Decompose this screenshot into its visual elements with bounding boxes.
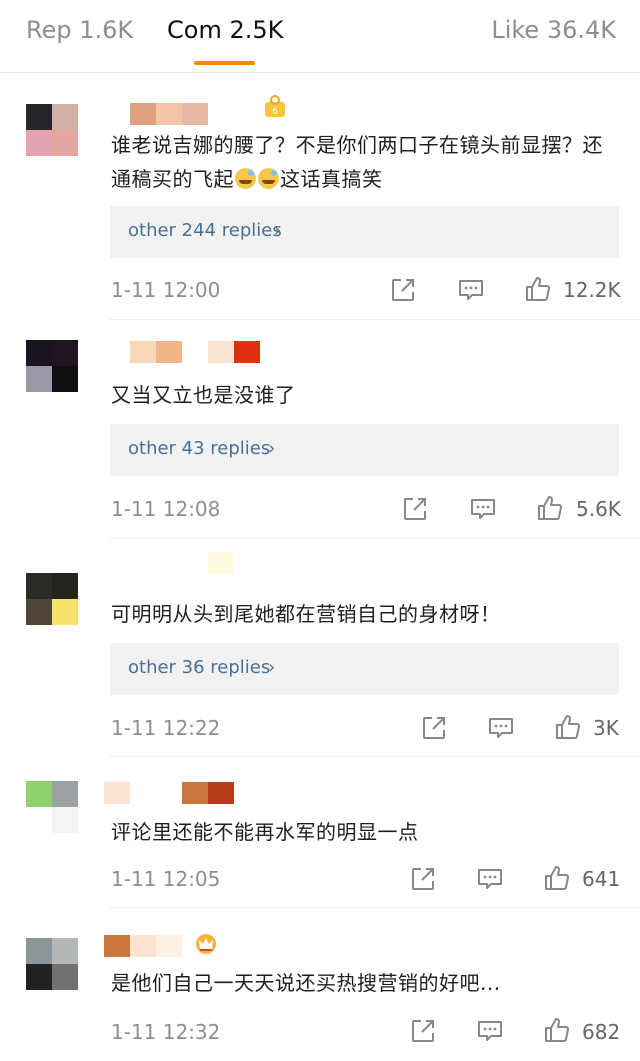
comment-item: 是他们自己一天天说还买热搜营销的好吧... 1-11 12:32 682 (0, 908, 640, 1061)
tab-likes[interactable]: Like 36.4K (491, 16, 616, 44)
view-replies-button[interactable]: other 43 replies › (110, 424, 619, 476)
thumbs-up-icon (526, 277, 551, 301)
comment-text: 评论里还能不能再水军的明显一点 (111, 820, 419, 844)
like-count: 5.6K (576, 497, 621, 521)
share-icon (412, 1020, 434, 1042)
share-button[interactable] (409, 865, 437, 893)
comment-icon (489, 718, 513, 738)
like-count: 641 (582, 867, 621, 891)
view-replies-button[interactable]: other 36 replies › (110, 643, 619, 695)
comment-timestamp: 1-11 12:05 (111, 867, 221, 891)
comment-timestamp: 1-11 12:22 (111, 716, 221, 740)
crown-badge-icon (196, 934, 216, 954)
sweat-smile-emoji (258, 168, 279, 189)
comment-icon (459, 280, 483, 300)
comment-timestamp: 1-11 12:08 (111, 497, 221, 521)
like-button[interactable] (524, 275, 552, 303)
avatar[interactable] (26, 340, 78, 392)
avatar[interactable] (26, 938, 78, 990)
avatar[interactable] (26, 573, 78, 625)
comment-item: 6 谁老说吉娜的腰了？不是你们两口子在镜头前显摆？还通稿买的飞起 这话真搞笑 ot… (0, 72, 640, 320)
fan-badge-icon: 6 (265, 95, 285, 117)
comment-item: 评论里还能不能再水军的明显一点 1-11 12:05 641 (0, 757, 640, 908)
thumbs-up-icon (545, 866, 570, 890)
thumbs-up-icon (538, 496, 563, 520)
svg-text:6: 6 (272, 107, 278, 117)
thumbs-up-icon (545, 1018, 570, 1042)
comment-text: 谁老说吉娜的腰了？不是你们两口子在镜头前显摆？还通稿买的飞起 这话真搞笑 (111, 133, 603, 191)
share-icon (392, 279, 414, 301)
comment-timestamp: 1-11 12:00 (111, 278, 221, 302)
tab-reposts[interactable]: Rep 1.6K (26, 16, 133, 44)
comment-item: 又当又立也是没谁了 other 43 replies › 1-11 12:08 … (0, 320, 640, 539)
like-count: 3K (593, 716, 619, 740)
comment-tabs: Rep 1.6K Com 2.5K Like 36.4K (0, 0, 640, 73)
replies-label: other 43 replies (128, 438, 271, 459)
chevron-right-icon: › (274, 220, 282, 241)
chevron-right-icon: › (268, 657, 276, 678)
chevron-right-icon: › (268, 438, 276, 459)
username[interactable] (104, 781, 234, 805)
share-icon (404, 498, 426, 520)
share-icon (423, 717, 445, 739)
reply-button[interactable] (476, 1017, 504, 1045)
share-button[interactable] (409, 1017, 437, 1045)
comment-timestamp: 1-11 12:32 (111, 1020, 221, 1044)
avatar[interactable] (26, 104, 78, 156)
reply-button[interactable] (476, 865, 504, 893)
like-button[interactable] (536, 494, 564, 522)
share-icon (412, 868, 434, 890)
comment-icon (471, 499, 495, 519)
reply-button[interactable] (487, 714, 515, 742)
like-count: 12.2K (563, 278, 621, 302)
comment-icon (478, 1021, 502, 1041)
like-button[interactable] (554, 713, 582, 741)
share-button[interactable] (401, 495, 429, 523)
replies-label: other 36 replies (128, 657, 271, 678)
username[interactable] (104, 340, 260, 364)
replies-label: other 244 replies (128, 220, 282, 241)
thumbs-up-icon (556, 715, 581, 739)
reply-button[interactable] (457, 276, 485, 304)
like-button[interactable] (543, 1016, 571, 1044)
username[interactable] (104, 934, 182, 958)
username[interactable] (104, 551, 234, 575)
avatar[interactable] (26, 781, 78, 833)
like-count: 682 (582, 1020, 621, 1044)
view-replies-button[interactable]: other 244 replies › (110, 206, 619, 258)
sweat-smile-emoji (235, 168, 256, 189)
comment-item: 可明明从头到尾她都在营销自己的身材呀！ other 36 replies › 1… (0, 539, 640, 757)
comment-icon (478, 869, 502, 889)
like-button[interactable] (543, 864, 571, 892)
share-button[interactable] (389, 276, 417, 304)
tab-comments[interactable]: Com 2.5K (167, 16, 283, 44)
comment-text: 可明明从头到尾她都在营销自己的身材呀！ (111, 602, 501, 626)
active-tab-indicator (194, 61, 255, 65)
comment-text: 又当又立也是没谁了 (111, 383, 296, 407)
username[interactable] (104, 102, 208, 126)
comment-text: 是他们自己一天天说还买热搜营销的好吧... (111, 971, 501, 995)
reply-button[interactable] (469, 495, 497, 523)
share-button[interactable] (420, 714, 448, 742)
